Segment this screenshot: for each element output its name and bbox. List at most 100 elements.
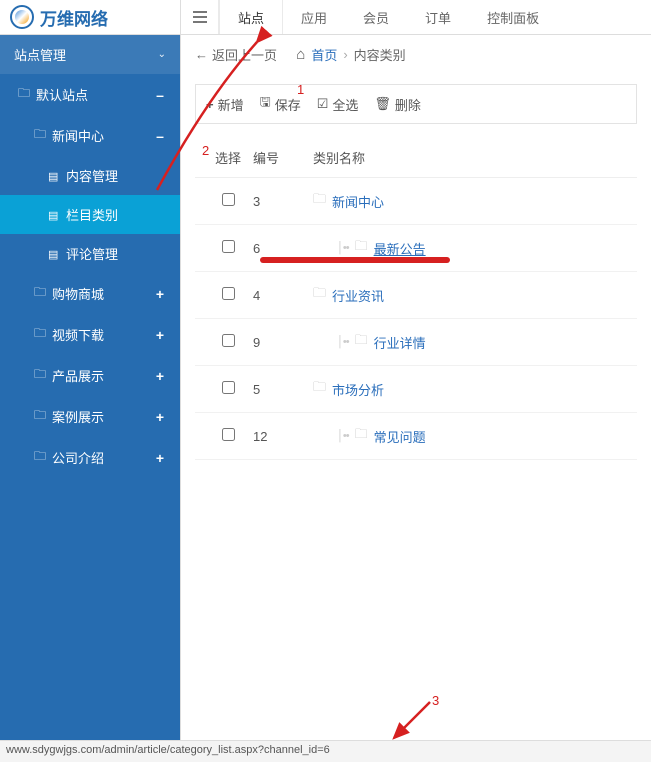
table-row: 5 市场分析	[195, 366, 637, 413]
sidebar-section-header[interactable]: 站点管理 ⌄	[0, 35, 180, 74]
nav-tab[interactable]: 会员	[345, 0, 407, 34]
row-id: 3	[253, 194, 313, 209]
folder-icon	[34, 365, 46, 386]
toggle-icon: +	[154, 286, 166, 302]
tree-line-icon	[337, 336, 349, 348]
sidebar-item[interactable]: 产品展示+	[0, 355, 180, 396]
folder-icon	[34, 406, 46, 427]
status-bar: www.sdygwjgs.com/admin/article/category_…	[0, 740, 651, 762]
breadcrumb-sep: ›	[343, 47, 347, 62]
tree-line-icon	[337, 430, 349, 442]
sidebar-item[interactable]: 栏目类别	[0, 195, 180, 234]
row-checkbox[interactable]	[222, 240, 235, 253]
row-name-link[interactable]: 行业详情	[374, 333, 426, 352]
row-name-link[interactable]: 最新公告	[374, 239, 426, 258]
table-row: 6 最新公告	[195, 225, 637, 272]
table-row: 4 行业资讯	[195, 272, 637, 319]
folder-icon	[34, 283, 46, 304]
toggle-icon: –	[154, 87, 166, 103]
annotation-label-3: 3	[432, 693, 439, 708]
annotation-underline	[260, 257, 450, 263]
back-label: 返回上一页	[212, 45, 277, 64]
table-row: 3 新闻中心	[195, 178, 637, 225]
annotation-label-2: 2	[202, 143, 209, 158]
folder-icon	[313, 378, 326, 400]
row-id: 4	[253, 288, 313, 303]
folder-icon	[355, 425, 368, 447]
row-name-link[interactable]: 常见问题	[374, 427, 426, 446]
toggle-icon: +	[154, 409, 166, 425]
back-button[interactable]: ← 返回上一页	[195, 45, 277, 64]
breadcrumb: ← 返回上一页 首页 › 内容类别	[181, 35, 651, 74]
sidebar-item-label: 栏目类别	[66, 205, 118, 224]
folder-icon	[355, 237, 368, 259]
row-checkbox[interactable]	[222, 193, 235, 206]
nav-tabs: 站点应用会员订单控制面板	[219, 0, 557, 34]
save-icon	[260, 93, 271, 115]
doc-icon	[48, 246, 60, 261]
row-name-link[interactable]: 新闻中心	[332, 192, 384, 211]
doc-icon	[48, 207, 60, 222]
nav-tab[interactable]: 站点	[219, 0, 283, 34]
check-icon	[317, 96, 329, 112]
row-id: 12	[253, 429, 313, 444]
hamburger-button[interactable]	[181, 0, 219, 34]
folder-icon	[355, 331, 368, 353]
grid-body: 3 新闻中心 6 最新公告 4 行业资讯 9行业详情 5 市场分析 12 常见问题	[195, 178, 637, 460]
annotation-label-1: 1	[297, 82, 304, 97]
nav-tab[interactable]: 订单	[407, 0, 469, 34]
sidebar-item[interactable]: 评论管理	[0, 234, 180, 273]
sidebar-item-label: 内容管理	[66, 166, 118, 185]
header-select: 选择	[203, 148, 253, 167]
table-row: 9行业详情	[195, 319, 637, 366]
folder-icon	[34, 447, 46, 468]
row-name-link[interactable]: 市场分析	[332, 380, 384, 399]
header-id: 编号	[253, 148, 313, 167]
delete-button[interactable]: 删除	[374, 95, 421, 114]
breadcrumb-home[interactable]: 首页	[311, 45, 337, 64]
sidebar-item[interactable]: 新闻中心–	[0, 115, 180, 156]
folder-icon	[34, 324, 46, 345]
sidebar-tree: 默认站点–新闻中心–内容管理栏目类别评论管理购物商城+视频下载+产品展示+案例展…	[0, 74, 180, 478]
sidebar-item[interactable]: 默认站点 –	[0, 74, 180, 115]
sidebar-item[interactable]: 内容管理	[0, 156, 180, 195]
toggle-icon: +	[154, 327, 166, 343]
sidebar-item[interactable]: 视频下载+	[0, 314, 180, 355]
data-grid: 选择 编号 类别名称 3新闻中心6最新公告4行业资讯9行业详情5市场分析12常见…	[195, 138, 637, 460]
table-row: 12 常见问题	[195, 413, 637, 460]
top-nav: 站点应用会员订单控制面板	[181, 0, 651, 35]
folder-icon	[18, 84, 30, 105]
home-icon	[296, 46, 305, 63]
toggle-icon: +	[154, 368, 166, 384]
row-checkbox[interactable]	[222, 287, 235, 300]
brand-logo: 万维网络	[0, 0, 180, 35]
sidebar-item-label: 案例展示	[52, 407, 104, 426]
row-checkbox[interactable]	[222, 428, 235, 441]
sidebar-item[interactable]: 案例展示 +	[0, 396, 180, 437]
toolbar: 新增 保存 全选 删除	[195, 84, 637, 124]
row-checkbox[interactable]	[222, 381, 235, 394]
chevron-down-icon: ⌄	[158, 49, 166, 60]
folder-icon	[313, 190, 326, 212]
save-button[interactable]: 保存	[260, 93, 301, 115]
sidebar-item[interactable]: 公司介绍+	[0, 437, 180, 478]
select-all-button[interactable]: 全选	[317, 95, 359, 114]
row-id: 5	[253, 382, 313, 397]
logo-icon	[10, 5, 34, 29]
add-button[interactable]: 新增	[206, 95, 244, 114]
nav-tab[interactable]: 应用	[283, 0, 345, 34]
folder-icon	[34, 125, 46, 146]
nav-tab[interactable]: 控制面板	[469, 0, 557, 34]
arrow-left-icon: ←	[195, 47, 208, 62]
row-checkbox[interactable]	[222, 334, 235, 347]
row-id: 6	[253, 241, 313, 256]
status-url: www.sdygwjgs.com/admin/article/category_…	[6, 744, 330, 756]
row-name-link[interactable]: 行业资讯	[332, 286, 384, 305]
sidebar-item[interactable]: 购物商城+	[0, 273, 180, 314]
breadcrumb-current: 内容类别	[354, 45, 406, 64]
sidebar-item-label: 默认站点	[36, 85, 88, 104]
sidebar-item-label: 评论管理	[66, 244, 118, 263]
toggle-icon: –	[154, 128, 166, 144]
plus-icon	[206, 97, 214, 112]
sidebar-item-label: 公司介绍	[52, 448, 104, 467]
